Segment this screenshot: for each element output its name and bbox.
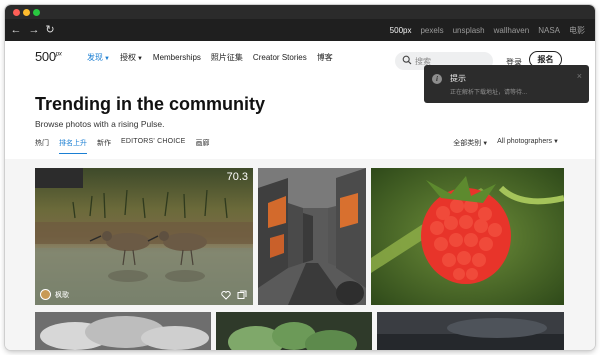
page-title: Trending in the community [35,94,266,114]
photo-card[interactable] [35,312,211,350]
bookmark-link[interactable]: wallhaven [494,26,530,35]
photo-actions [221,290,247,300]
notification-toast: i 提示 正在解析下载地址，请等待... × [424,65,589,103]
minimize-window-button[interactable] [23,9,30,16]
nav-item-discover[interactable]: 发现▼ [87,52,110,63]
photographer-filter[interactable]: All photographers▼ [497,138,559,148]
nav-item-memberships[interactable]: Memberships [153,53,201,62]
bookmark-link[interactable]: unsplash [453,26,485,35]
nav-item-photo-contests[interactable]: 照片征集 [211,52,243,63]
main-nav: 发现▼ 授权▼ Memberships 照片征集 Creator Stories… [87,41,333,73]
add-to-gallery-icon[interactable] [237,290,247,300]
nav-item-blog[interactable]: 博客 [317,52,333,63]
site-logo[interactable]: 500px [35,49,62,64]
pulse-score: 70.3 [226,171,248,183]
close-window-button[interactable] [13,9,20,16]
chevron-down-icon: ▼ [136,55,143,62]
tab-popular[interactable]: 热门 [35,138,49,154]
tab-galleries[interactable]: 画廊 [196,138,210,154]
photo-raspberry [371,168,564,305]
bookmark-link[interactable]: 500px [390,26,412,35]
category-filter[interactable]: 全部类别▼ [453,138,488,148]
photo-card[interactable]: 70.3 枫歌 [35,168,253,305]
photo-card[interactable] [216,312,372,350]
tab-upcoming[interactable]: 排名上升 [59,138,87,154]
bookmark-link[interactable]: NASA [538,26,560,35]
feed-tabs: 热门 排名上升 新作 EDITORS' CHOICE 画廊 [35,138,210,154]
photo-card[interactable] [377,312,564,350]
photo-card[interactable] [258,168,366,305]
browser-toolbar: ← → ↻ 500px pexels unsplash wallhaven NA… [5,19,595,41]
toast-message: 正在解析下载地址，请等待... [450,90,528,96]
photo-clouds [35,312,211,350]
zoom-window-button[interactable] [33,9,40,16]
info-icon: i [432,74,442,84]
photo-street [258,168,366,305]
tab-fresh[interactable]: 新作 [97,138,111,154]
bookmark-links: 500px pexels unsplash wallhaven NASA 电影 [390,19,585,41]
close-icon[interactable]: × [577,71,582,81]
bookmark-link[interactable]: 电影 [569,25,585,36]
forward-arrow-icon[interactable]: → [27,22,41,38]
back-arrow-icon[interactable]: ← [9,22,23,38]
feed-filters: 全部类别▼ All photographers▼ [453,138,559,148]
nav-item-license[interactable]: 授权▼ [120,52,143,63]
toast-title: 提示 [450,74,466,83]
browser-window: ← → ↻ 500px pexels unsplash wallhaven NA… [5,5,595,350]
search-icon [402,55,412,65]
author-name: 枫歌 [55,291,69,299]
chevron-down-icon: ▼ [104,55,110,62]
chevron-down-icon: ▼ [482,141,489,147]
photo-author[interactable]: 枫歌 [40,289,69,300]
tab-editors-choice[interactable]: EDITORS' CHOICE [121,138,186,154]
bookmark-link[interactable]: pexels [420,26,443,35]
page-subtitle: Browse photos with a rising Pulse. [35,119,165,129]
photo-card[interactable] [371,168,564,305]
nav-item-creator-stories[interactable]: Creator Stories [253,53,307,62]
heart-icon[interactable] [221,290,231,300]
reload-icon[interactable]: ↻ [43,22,57,38]
photo-grid: 70.3 枫歌 [5,159,595,350]
avatar [40,289,51,300]
photo-sandpipers [35,168,253,305]
title-bar [5,5,595,19]
photo-leaves [216,312,372,350]
chevron-down-icon: ▼ [553,139,559,145]
photo-dark-landscape [377,312,564,350]
